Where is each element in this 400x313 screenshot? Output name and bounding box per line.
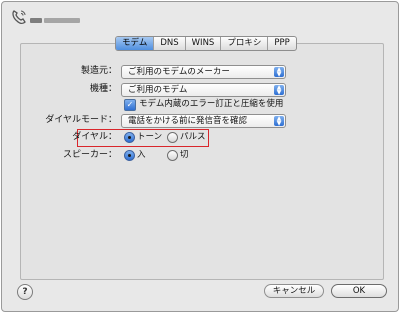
dialing-tone-label: トーン [137, 132, 163, 142]
tab-modem[interactable]: モデム [116, 37, 155, 50]
speaker-on-radio[interactable] [124, 150, 135, 161]
tab-wins[interactable]: WINS [186, 37, 222, 50]
manufacturer-popup[interactable]: ご利用のモデムのメーカー ▲ ▼ [121, 65, 286, 79]
manufacturer-label: 製造元： [80, 66, 117, 76]
tab-ppp[interactable]: PPP [268, 37, 295, 50]
tab-bar: モデム DNS WINS プロキシ PPP [115, 36, 297, 51]
model-label: 機種： [89, 84, 117, 94]
error-correction-checkbox[interactable]: ✓ [124, 99, 136, 111]
speaker-off-radio[interactable] [167, 150, 178, 161]
dial-mode-label: ダイヤルモード： [45, 115, 117, 125]
speaker-off-label: 切 [180, 150, 189, 160]
connection-name-redacted [44, 18, 80, 23]
cancel-button[interactable]: キャンセル [264, 284, 324, 298]
speaker-label: スピーカー： [62, 150, 117, 160]
dial-mode-value: 電話をかける前に発信音を確認 [128, 116, 248, 126]
model-value: ご利用のモデム [128, 85, 188, 95]
dialing-pulse-radio[interactable] [167, 132, 178, 143]
speaker-on-label: 入 [137, 150, 146, 160]
updown-arrows-icon: ▲ ▼ [274, 116, 284, 127]
model-popup[interactable]: ご利用のモデム ▲ ▼ [121, 83, 286, 97]
connection-name-redacted [30, 18, 42, 23]
phone-icon [12, 10, 26, 25]
dialing-pulse-label: パルス [180, 132, 206, 142]
dialing-tone-radio[interactable] [124, 132, 135, 143]
tab-proxy[interactable]: プロキシ [221, 37, 269, 50]
tab-dns[interactable]: DNS [154, 37, 186, 50]
dialing-label: ダイヤル： [72, 132, 117, 142]
modem-settings-window: モデム DNS WINS プロキシ PPP 製造元： ご利用のモデムのメーカー … [1, 1, 399, 312]
updown-arrows-icon: ▲ ▼ [274, 67, 284, 78]
help-button[interactable]: ? [17, 284, 33, 300]
ok-button[interactable]: OK [331, 284, 387, 298]
error-correction-label: モデム内蔵のエラー訂正と圧縮を使用 [139, 99, 284, 109]
dial-mode-popup[interactable]: 電話をかける前に発信音を確認 ▲ ▼ [121, 114, 286, 128]
manufacturer-value: ご利用のモデムのメーカー [128, 67, 230, 77]
updown-arrows-icon: ▲ ▼ [274, 85, 284, 96]
